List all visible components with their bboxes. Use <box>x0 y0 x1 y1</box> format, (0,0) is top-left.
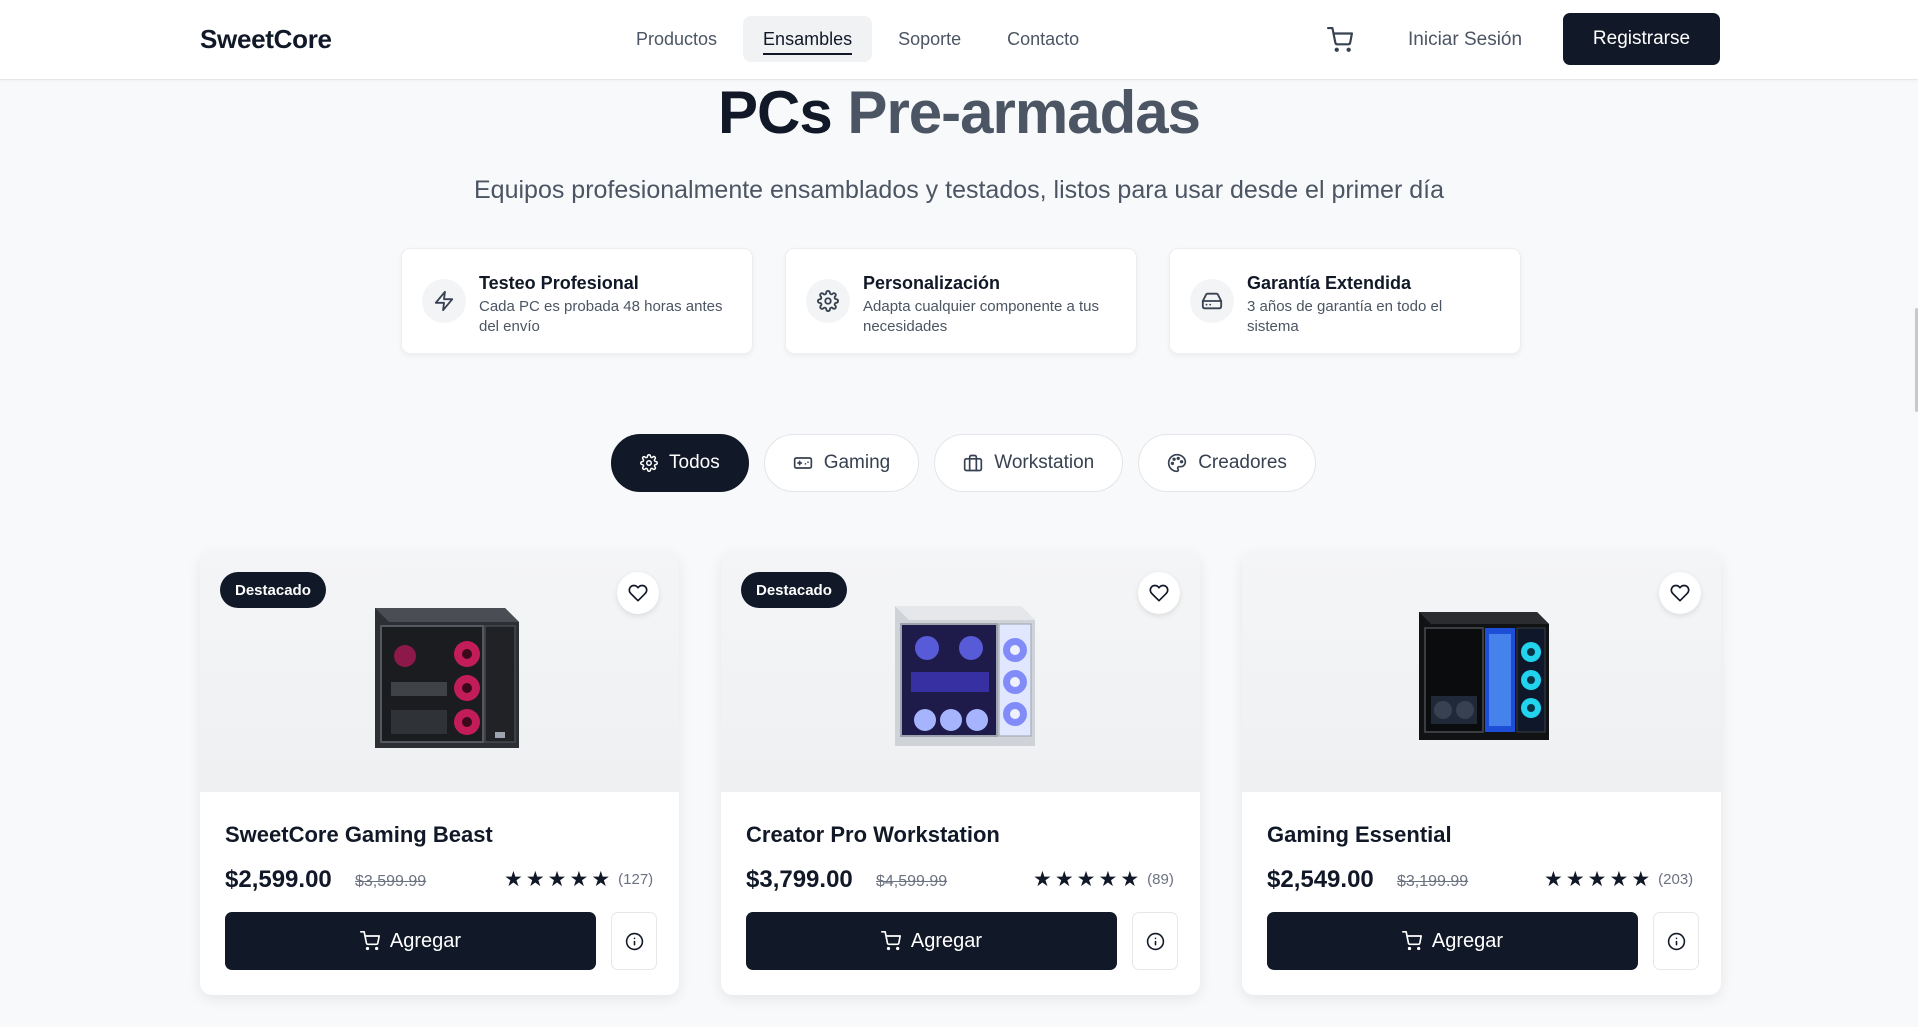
feature-description: Adapta cualquier componente a tus necesi… <box>863 298 1099 335</box>
product-image[interactable]: Destacado <box>200 552 679 792</box>
filter-workstation[interactable]: Workstation <box>934 434 1124 492</box>
main-nav: Productos Ensambles Soporte Contacto <box>616 16 1099 62</box>
page-title-main: PCs <box>718 79 848 146</box>
product-name[interactable]: SweetCore Gaming Beast <box>225 822 493 848</box>
gamepad-icon <box>793 457 812 469</box>
add-to-cart-button[interactable]: Agregar <box>1267 912 1638 970</box>
heart-icon[interactable] <box>617 572 659 614</box>
feature-card: Personalización Adapta cualquier compone… <box>785 248 1137 354</box>
product-image[interactable]: Destacado <box>721 552 1200 792</box>
add-to-cart-label: Agregar <box>389 929 462 952</box>
review-count: (127) <box>618 871 654 888</box>
product-name[interactable]: Creator Pro Workstation <box>746 822 1000 848</box>
product-old-price: $3,199.99 <box>1397 873 1469 890</box>
register-button[interactable]: Registrarse <box>1563 13 1720 65</box>
star-icon: ★ <box>1544 868 1563 891</box>
filter-creadores[interactable]: Creadores <box>1138 434 1316 492</box>
product-grid: Destacado SweetCore Gaming Beast $2,599.… <box>200 552 1721 995</box>
product-old-price: $4,599.99 <box>876 873 948 890</box>
filter-gaming[interactable]: Gaming <box>763 434 920 492</box>
page-title-accent: Pre-armadas <box>847 79 1201 146</box>
product-image[interactable] <box>1242 552 1721 792</box>
review-count: (89) <box>1147 871 1174 888</box>
product-name[interactable]: Gaming Essential <box>1267 822 1452 848</box>
star-icon: ★ <box>591 868 611 891</box>
review-count: (203) <box>1658 871 1694 888</box>
hard-drive-icon <box>1190 279 1234 323</box>
cart-icon <box>880 931 901 951</box>
filter-label: Workstation <box>994 452 1095 473</box>
star-icon: ★ <box>1587 868 1607 891</box>
product-price: $3,799.00 <box>746 866 853 893</box>
heart-icon[interactable] <box>1138 572 1180 614</box>
pc-case-image <box>894 606 1035 746</box>
star-icon: ★ <box>1565 868 1585 891</box>
feature-title: Personalización <box>863 273 1001 293</box>
nav-item-productos[interactable]: Productos <box>616 16 737 62</box>
star-icon: ★ <box>525 868 545 891</box>
info-icon[interactable] <box>611 912 657 970</box>
briefcase-icon <box>964 454 983 472</box>
feature-title: Testeo Profesional <box>479 273 639 293</box>
login-button[interactable]: Iniciar Sesión <box>1390 16 1540 64</box>
star-icon: ★ <box>1631 868 1651 891</box>
star-icon: ★ <box>1054 868 1074 891</box>
gear-icon <box>806 279 850 323</box>
featured-badge: Destacado <box>741 572 847 608</box>
product-price: $2,599.00 <box>225 866 332 893</box>
info-icon[interactable] <box>1132 912 1178 970</box>
cart-icon <box>1401 931 1422 951</box>
nav-item-soporte[interactable]: Soporte <box>878 16 981 62</box>
add-to-cart-button[interactable]: Agregar <box>225 912 596 970</box>
star-icon: ★ <box>504 868 523 891</box>
add-to-cart-label: Agregar <box>910 929 983 952</box>
cart-icon <box>359 931 380 951</box>
top-navbar: SweetCore Productos Ensambles Soporte Co… <box>0 0 1918 80</box>
star-icon: ★ <box>1076 868 1096 891</box>
feature-list: Testeo Profesional Cada PC es probada 48… <box>401 248 1521 354</box>
product-old-price: $3,599.99 <box>355 873 427 890</box>
filter-todos[interactable]: Todos <box>611 434 749 492</box>
filter-label: Todos <box>669 452 720 473</box>
add-to-cart-label: Agregar <box>1431 929 1504 952</box>
star-icon: ★ <box>1609 868 1629 891</box>
star-icon: ★ <box>1033 868 1052 891</box>
product-rating: ★ ★ ★ ★ ★ (203) <box>1544 869 1693 890</box>
feature-description: Cada PC es probada 48 horas antes del en… <box>479 298 723 335</box>
nav-item-contacto[interactable]: Contacto <box>987 16 1099 62</box>
product-rating: ★ ★ ★ ★ ★ (89) <box>1033 869 1174 890</box>
star-icon: ★ <box>1098 868 1118 891</box>
product-card[interactable]: Destacado Creator Pro Workstation $3,799… <box>721 552 1200 995</box>
brand-logo[interactable]: SweetCore <box>200 24 332 55</box>
page-title: PCs Pre-armadas <box>0 78 1918 147</box>
pc-case-image <box>1418 612 1549 740</box>
filter-label: Gaming <box>823 452 891 473</box>
category-filter-bar: Todos Gaming Workstation Creadores <box>611 434 1316 492</box>
product-rating: ★ ★ ★ ★ ★ (127) <box>504 869 653 890</box>
heart-icon[interactable] <box>1659 572 1701 614</box>
star-icon: ★ <box>547 868 567 891</box>
star-icon: ★ <box>1120 868 1140 891</box>
product-card[interactable]: Destacado SweetCore Gaming Beast $2,599.… <box>200 552 679 995</box>
palette-icon <box>1168 453 1187 473</box>
product-price: $2,549.00 <box>1267 866 1374 893</box>
page-subtitle: Equipos profesionalmente ensamblados y t… <box>474 176 1444 204</box>
nav-item-ensambles[interactable]: Ensambles <box>743 16 873 62</box>
featured-badge: Destacado <box>220 572 326 608</box>
filter-label: Creadores <box>1198 452 1287 473</box>
product-card[interactable]: Gaming Essential $2,549.00 $3,199.99 ★ ★… <box>1242 552 1721 995</box>
feature-card: Testeo Profesional Cada PC es probada 48… <box>401 248 753 354</box>
feature-description: 3 años de garantía en todo el sistema <box>1247 298 1443 335</box>
feature-card: Garantía Extendida 3 años de garantía en… <box>1169 248 1521 354</box>
pc-case-image <box>374 608 519 748</box>
star-icon: ★ <box>569 868 589 891</box>
zap-icon <box>422 279 466 323</box>
add-to-cart-button[interactable]: Agregar <box>746 912 1117 970</box>
feature-title: Garantía Extendida <box>1247 273 1412 293</box>
gear-icon <box>640 454 658 472</box>
info-icon[interactable] <box>1653 912 1699 970</box>
cart-icon[interactable] <box>1324 24 1356 56</box>
